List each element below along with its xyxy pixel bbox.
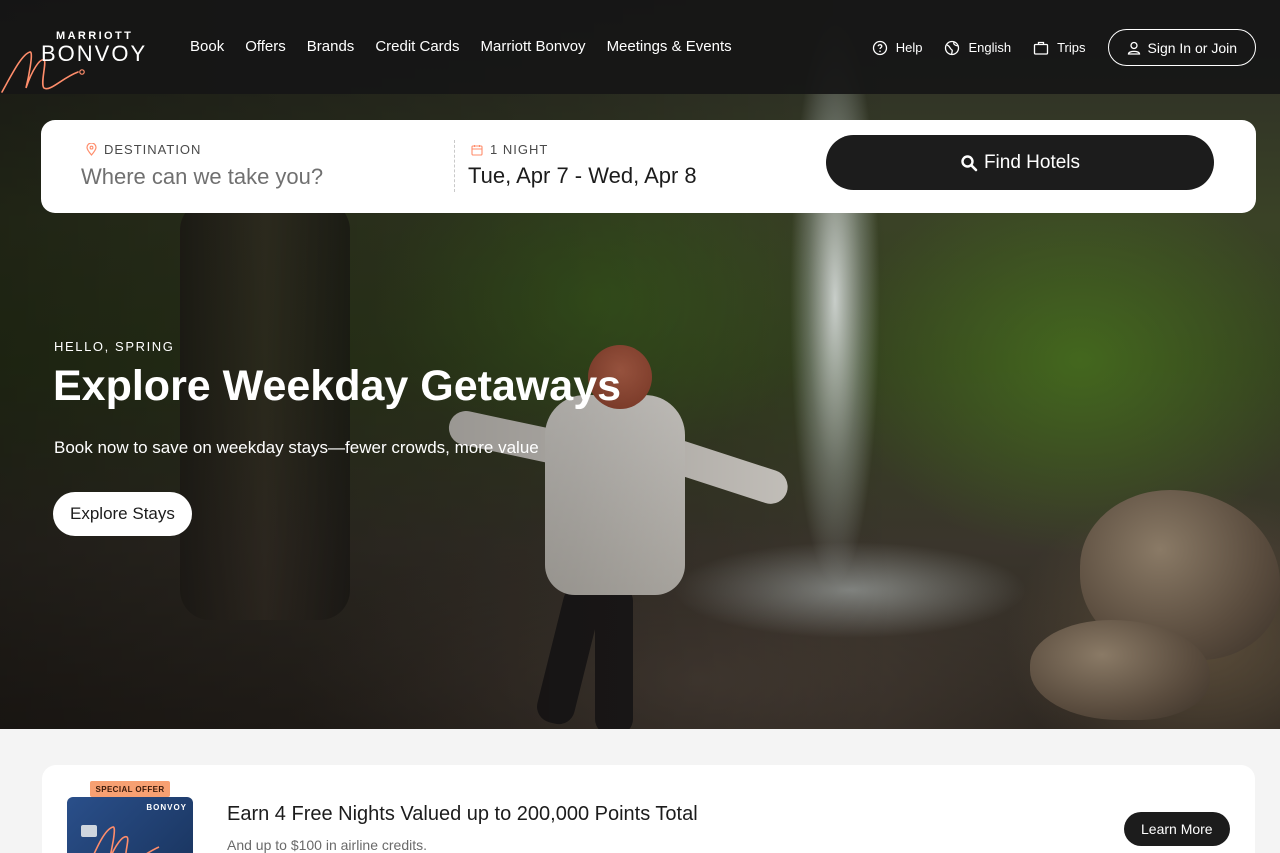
nav-book[interactable]: Book	[190, 38, 224, 55]
destination-label-text: DESTINATION	[104, 142, 202, 157]
card-swoosh-icon	[93, 826, 160, 853]
suitcase-icon	[1033, 41, 1049, 55]
nav-meetings-events[interactable]: Meetings & Events	[607, 38, 732, 55]
hotel-search-bar: DESTINATION 1 NIGHT Tue, Apr 7 - Wed, Ap…	[41, 120, 1256, 213]
location-pin-icon	[86, 143, 97, 156]
dates-label-text: 1 NIGHT	[490, 142, 549, 157]
logo-wordmark: BONVOY	[41, 41, 148, 66]
hero-title: Explore Weekday Getaways	[53, 362, 622, 410]
sign-in-label: Sign In or Join	[1147, 39, 1238, 56]
offer-banner: BONVOY SPECIAL OFFER Earn 4 Free Nights …	[42, 765, 1255, 853]
explore-stays-button[interactable]: Explore Stays	[53, 492, 192, 536]
globe-icon	[945, 40, 960, 55]
card-brand-text: BONVOY	[146, 803, 187, 812]
hero-subtitle: Book now to save on weekday stays—fewer …	[54, 438, 539, 457]
main-nav: Book Offers Brands Credit Cards Marriott…	[190, 38, 753, 55]
nav-marriott-bonvoy[interactable]: Marriott Bonvoy	[481, 38, 586, 55]
destination-label: DESTINATION	[86, 142, 201, 157]
dates-label: 1 NIGHT	[471, 142, 548, 157]
credit-card-image: BONVOY	[67, 797, 193, 853]
trips-label: Trips	[1057, 40, 1086, 55]
calendar-icon	[471, 144, 483, 156]
language-label: English	[968, 40, 1012, 55]
nav-brands[interactable]: Brands	[307, 38, 355, 55]
sign-in-button[interactable]: Sign In or Join	[1107, 29, 1256, 66]
date-range-field[interactable]: Tue, Apr 7 - Wed, Apr 8	[468, 163, 697, 189]
destination-input[interactable]	[81, 162, 441, 192]
hero-eyebrow: HELLO, SPRING	[54, 339, 175, 354]
find-hotels-label: Find Hotels	[983, 151, 1081, 173]
special-offer-badge: SPECIAL OFFER	[90, 781, 170, 797]
user-icon	[1127, 41, 1140, 55]
marriott-bonvoy-logo[interactable]: MARRIOTT BONVOY	[0, 20, 170, 94]
help-icon	[872, 40, 887, 55]
trips-link[interactable]: Trips	[1033, 40, 1086, 56]
offer-title: Earn 4 Free Nights Valued up to 200,000 …	[227, 803, 698, 825]
nav-credit-cards[interactable]: Credit Cards	[375, 38, 459, 55]
search-icon	[961, 154, 978, 171]
help-link[interactable]: Help	[872, 40, 923, 56]
utility-nav: Help English Trips Sign In or Join	[872, 29, 1256, 66]
learn-more-button[interactable]: Learn More	[1124, 812, 1230, 846]
nav-offers[interactable]: Offers	[245, 38, 286, 55]
find-hotels-button[interactable]: Find Hotels	[826, 135, 1214, 190]
offer-subtitle: And up to $100 in airline credits.	[227, 837, 428, 853]
field-divider	[454, 140, 455, 192]
help-label: Help	[895, 40, 923, 55]
site-header: MARRIOTT BONVOY Book Offers Brands Credi…	[0, 0, 1280, 94]
language-selector[interactable]: English	[944, 40, 1011, 56]
